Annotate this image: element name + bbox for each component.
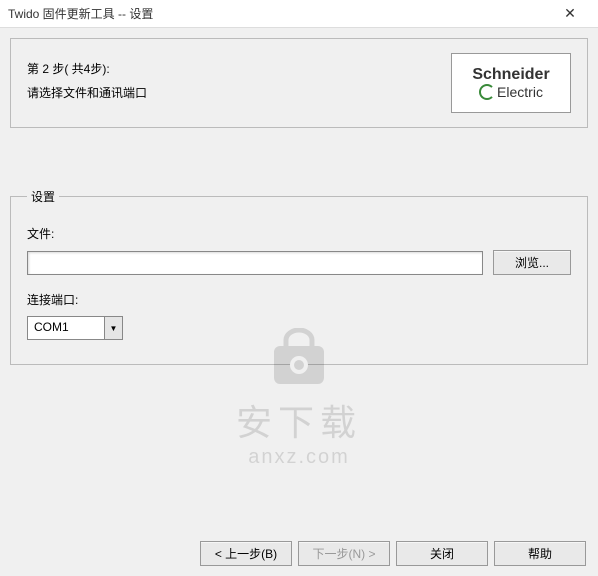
logo-line1: Schneider [472, 66, 549, 84]
step-text: 第 2 步( 共4步): 请选择文件和通讯端口 [27, 53, 451, 113]
logo-line2: Electric [497, 84, 543, 100]
step-line: 第 2 步( 共4步): [27, 57, 451, 81]
file-input[interactable] [27, 251, 483, 275]
close-button[interactable]: 关闭 [396, 541, 488, 566]
port-value: COM1 [28, 317, 104, 339]
port-select[interactable]: COM1 ▼ [27, 316, 123, 340]
swirl-icon [479, 84, 495, 100]
next-button: 下一步(N) > [298, 541, 390, 566]
schneider-logo: Schneider Electric [451, 53, 571, 113]
settings-legend: 设置 [27, 188, 59, 205]
settings-group: 设置 文件: 浏览... 连接端口: COM1 ▼ [10, 188, 588, 365]
file-label: 文件: [27, 225, 571, 242]
watermark-text2: anxz.com [236, 446, 362, 469]
window-title: Twido 固件更新工具 -- 设置 [8, 5, 550, 22]
browse-button[interactable]: 浏览... [493, 250, 571, 275]
step-panel: 第 2 步( 共4步): 请选择文件和通讯端口 Schneider Electr… [10, 38, 588, 128]
chevron-down-icon[interactable]: ▼ [104, 317, 122, 339]
step-instruction: 请选择文件和通讯端口 [27, 81, 451, 105]
footer-buttons: < 上一步(B) 下一步(N) > 关闭 帮助 [200, 541, 586, 566]
titlebar: Twido 固件更新工具 -- 设置 ✕ [0, 0, 598, 28]
watermark-text1: 安下载 [236, 394, 362, 446]
help-button[interactable]: 帮助 [494, 541, 586, 566]
close-icon[interactable]: ✕ [550, 0, 590, 28]
port-label: 连接端口: [27, 291, 571, 308]
back-button[interactable]: < 上一步(B) [200, 541, 292, 566]
dialog-body: 第 2 步( 共4步): 请选择文件和通讯端口 Schneider Electr… [0, 28, 598, 576]
